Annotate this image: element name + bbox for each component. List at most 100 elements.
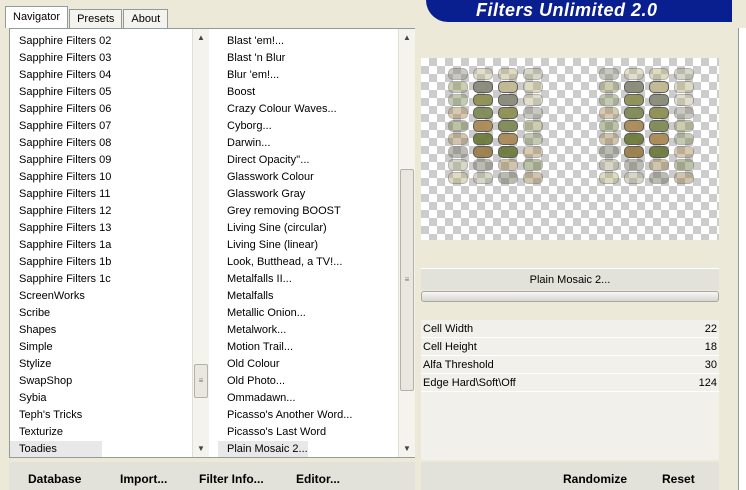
list-item[interactable]: Metalfalls II... [218,271,398,288]
list-item[interactable]: Metalfalls [218,288,398,305]
list-item[interactable]: Old Colour [218,356,398,373]
list-item[interactable]: Direct Opacity''... [218,152,398,169]
list-item[interactable]: Metallic Onion... [218,305,398,322]
mosaic-cell [624,133,644,145]
list-item[interactable]: Texturize [10,424,192,441]
list-item[interactable]: Metalwork... [218,322,398,339]
category-list[interactable]: Sapphire Filters 02 Sapphire Filters 03 Sa… [10,33,192,457]
list-item[interactable]: Sapphire Filters 06 [10,101,192,118]
list-item[interactable]: Motion Trail... [218,339,398,356]
randomize-button[interactable]: Randomize [563,470,627,488]
list-item[interactable]: Blast 'n Blur [218,50,398,67]
list-item[interactable]: SwapShop [10,373,192,390]
list-item[interactable]: Sapphire Filters 08 [10,135,192,152]
param-row[interactable]: Edge Hard\Soft\Off 124 [421,374,719,392]
param-row[interactable]: Cell Height 18 [421,338,719,356]
list-item[interactable]: Sapphire Filters 13 [10,220,192,237]
mosaic-cell [498,81,518,93]
mosaic-cell [674,94,694,106]
mosaic-cell [624,172,644,184]
tab-about[interactable]: About [123,9,169,28]
mosaic-cell [498,68,518,80]
filter-scroll-thumb[interactable]: ≡ [400,169,414,391]
param-label: Cell Height [423,341,477,353]
mosaic-cell [599,94,619,106]
tab-bar: Navigator Presets About [5,6,169,28]
list-item[interactable]: Simple [10,339,192,356]
list-item[interactable]: Look, Butthead, a TV!... [218,254,398,271]
list-item[interactable]: Sapphire Filters 02 [10,33,192,50]
list-item[interactable]: Sapphire Filters 1b [10,254,192,271]
mosaic-cell [599,120,619,132]
mosaic-cell [448,68,468,80]
list-item[interactable]: Living Sine (linear) [218,237,398,254]
list-item[interactable]: Sapphire Filters 04 [10,67,192,84]
list-item[interactable]: Sapphire Filters 10 [10,169,192,186]
list-item[interactable]: Sybia [10,390,192,407]
param-value[interactable]: 30 [705,356,717,373]
list-item[interactable]: Darwin... [218,135,398,152]
param-value[interactable]: 124 [699,374,717,391]
list-item[interactable]: Glasswork Gray [218,186,398,203]
mosaic-cell [473,133,493,145]
list-item[interactable]: Sapphire Filters 07 [10,118,192,135]
list-item[interactable]: Sapphire Filters 05 [10,84,192,101]
list-item[interactable]: Living Sine (circular) [218,220,398,237]
param-label: Edge Hard\Soft\Off [423,377,516,389]
filter-list[interactable]: Blast 'em!... Blast 'n Blur Blur 'em!... Bo… [218,33,398,457]
mosaic-cell [473,120,493,132]
param-value[interactable]: 18 [705,338,717,355]
filter-scrollbar[interactable]: ▲ ≡ ▼ [398,29,415,457]
import-button[interactable]: Import... [120,470,167,488]
mosaic-cell [674,81,694,93]
scroll-up-icon[interactable]: ▲ [399,29,415,46]
category-scroll-thumb[interactable]: ≡ [194,364,208,398]
category-scrollbar[interactable]: ▲ ≡ ▼ [192,29,209,457]
list-item[interactable]: Cyborg... [218,118,398,135]
mosaic-cell [523,68,543,80]
list-item[interactable]: ScreenWorks [10,288,192,305]
mosaic-cell [624,94,644,106]
list-item[interactable]: Sapphire Filters 1c [10,271,192,288]
reset-button[interactable]: Reset [662,470,695,488]
list-item[interactable]: Picasso's Another Word... [218,407,398,424]
list-item[interactable]: Blur 'em!... [218,67,398,84]
scroll-down-icon[interactable]: ▼ [399,440,415,457]
mosaic-cell [448,81,468,93]
list-item[interactable]: Sapphire Filters 09 [10,152,192,169]
scroll-up-icon[interactable]: ▲ [193,29,209,46]
list-item[interactable]: Glasswork Colour [218,169,398,186]
filter-info-button[interactable]: Filter Info... [199,470,264,488]
list-item[interactable]: Sapphire Filters 1a [10,237,192,254]
list-item[interactable]: Shapes [10,322,192,339]
list-item[interactable]: Plain Mosaic 2... [218,441,308,457]
mosaic-cell [674,172,694,184]
list-item[interactable]: Stylize [10,356,192,373]
database-button[interactable]: Database [28,470,81,488]
mosaic-cell [649,146,669,158]
list-item[interactable]: Sapphire Filters 12 [10,203,192,220]
list-item[interactable]: Blast 'em!... [218,33,398,50]
list-item[interactable]: Toadies [10,441,102,457]
list-item[interactable]: Old Photo... [218,373,398,390]
list-item[interactable]: Boost [218,84,398,101]
param-row[interactable]: Alfa Threshold 30 [421,356,719,374]
list-item[interactable]: Crazy Colour Waves... [218,101,398,118]
list-item[interactable]: Ommadawn... [218,390,398,407]
tab-navigator[interactable]: Navigator [5,6,69,28]
mosaic-cell [649,107,669,119]
list-item[interactable]: Teph's Tricks [10,407,192,424]
list-item[interactable]: Scribe [10,305,192,322]
list-item[interactable]: Sapphire Filters 03 [10,50,192,67]
mosaic-cell [649,172,669,184]
mosaic-cell [498,107,518,119]
list-item[interactable]: Grey removing BOOST [218,203,398,220]
param-value[interactable]: 22 [705,320,717,337]
list-item[interactable]: Sapphire Filters 11 [10,186,192,203]
tab-presets[interactable]: Presets [69,9,123,28]
param-row[interactable]: Cell Width 22 [421,320,719,338]
editor-button[interactable]: Editor... [296,470,340,488]
scroll-down-icon[interactable]: ▼ [193,440,209,457]
mosaic-cell [448,94,468,106]
list-item[interactable]: Picasso's Last Word [218,424,398,441]
